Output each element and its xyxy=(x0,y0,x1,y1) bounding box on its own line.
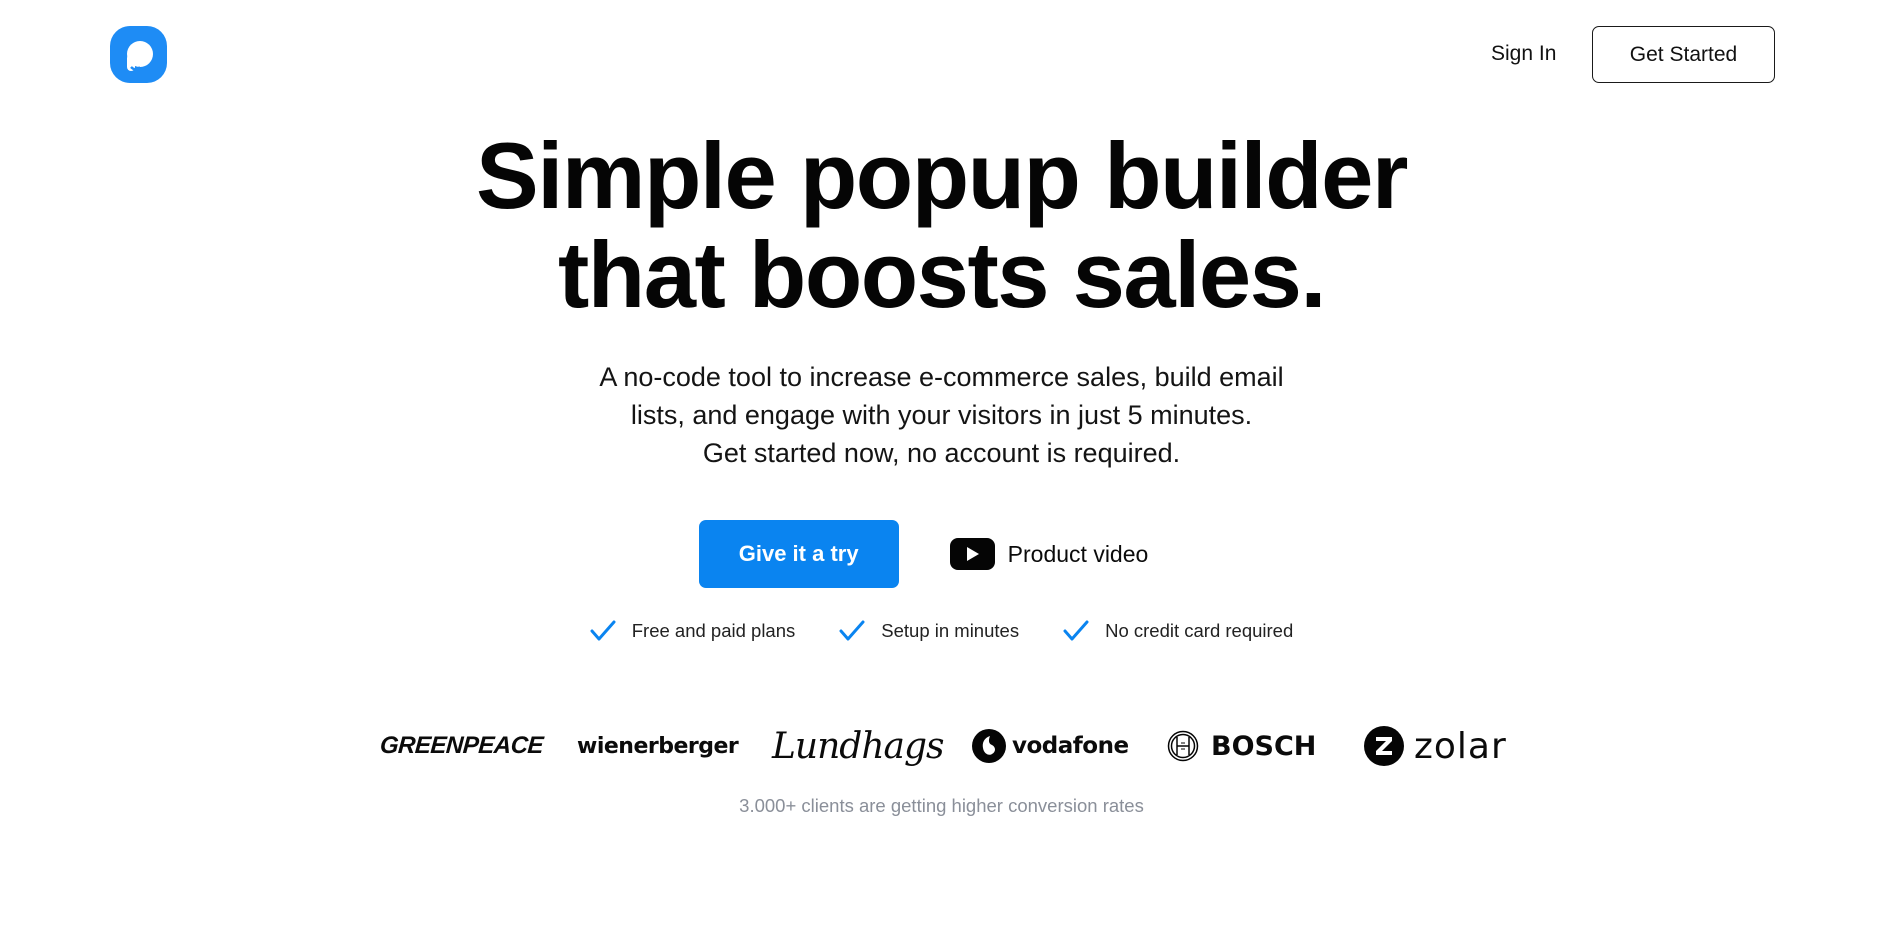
subtitle-line-1: A no-code tool to increase e-commerce sa… xyxy=(599,362,1284,392)
give-it-a-try-button[interactable]: Give it a try xyxy=(698,520,899,588)
wienerberger-logo: wienerberger xyxy=(577,716,739,776)
feature-label: No credit card required xyxy=(1105,620,1294,641)
greenpeace-logo: GREENPEACE xyxy=(378,716,545,776)
lundhags-logo: Lundhags xyxy=(772,716,944,776)
headline-line-1: Simple popup builder xyxy=(476,123,1408,228)
subtitle-line-3: Get started now, no account is required. xyxy=(702,438,1181,468)
feature-item: No credit card required xyxy=(1063,620,1293,642)
feature-label: Free and paid plans xyxy=(631,620,796,641)
bosch-armature-icon xyxy=(1167,730,1199,762)
get-started-button[interactable]: Get Started xyxy=(1592,26,1775,83)
subtitle-line-2: lists, and engage with your visitors in … xyxy=(630,400,1253,430)
vodafone-logo: vodafone xyxy=(972,716,1129,776)
product-video-button[interactable]: Product video xyxy=(949,538,1149,570)
wienerberger-wordmark: wienerberger xyxy=(577,733,739,759)
greenpeace-wordmark: GREENPEACE xyxy=(379,732,545,759)
vodafone-wordmark: vodafone xyxy=(1012,733,1129,759)
zolar-z-icon xyxy=(1364,726,1404,766)
clients-note: 3.000+ clients are getting higher conver… xyxy=(739,795,1144,816)
vodafone-speechmark-icon xyxy=(972,729,1006,763)
check-icon xyxy=(590,620,616,642)
brand-logo[interactable] xyxy=(110,26,167,83)
youtube-play-icon xyxy=(949,538,995,570)
hero-headline: Simple popup builder that boosts sales. xyxy=(0,126,1883,324)
feature-item: Free and paid plans xyxy=(590,620,796,642)
check-icon xyxy=(839,620,865,642)
feature-list: Free and paid plans Setup in minutes No … xyxy=(0,620,1883,642)
headline-line-2: that boosts sales. xyxy=(558,222,1327,327)
bosch-wordmark: BOSCH xyxy=(1211,730,1317,762)
bosch-logo: BOSCH xyxy=(1167,716,1316,776)
zolar-logo: zolar xyxy=(1364,716,1507,776)
cta-row: Give it a try Product video xyxy=(0,520,1883,588)
client-logos: GREENPEACE wienerberger Lundhags vodafon… xyxy=(0,716,1883,776)
zolar-wordmark: zolar xyxy=(1414,725,1507,767)
check-icon xyxy=(1063,620,1089,642)
hero-subtitle: A no-code tool to increase e-commerce sa… xyxy=(0,358,1883,472)
sign-in-link[interactable]: Sign In xyxy=(1491,40,1556,68)
feature-label: Setup in minutes xyxy=(881,620,1020,641)
landing-page: Sign In Get Started Simple popup builder… xyxy=(0,0,1883,932)
lundhags-wordmark: Lundhags xyxy=(772,725,944,767)
feature-item: Setup in minutes xyxy=(839,620,1019,642)
popupsmart-logo-icon xyxy=(110,26,167,83)
product-video-label: Product video xyxy=(1007,540,1149,567)
